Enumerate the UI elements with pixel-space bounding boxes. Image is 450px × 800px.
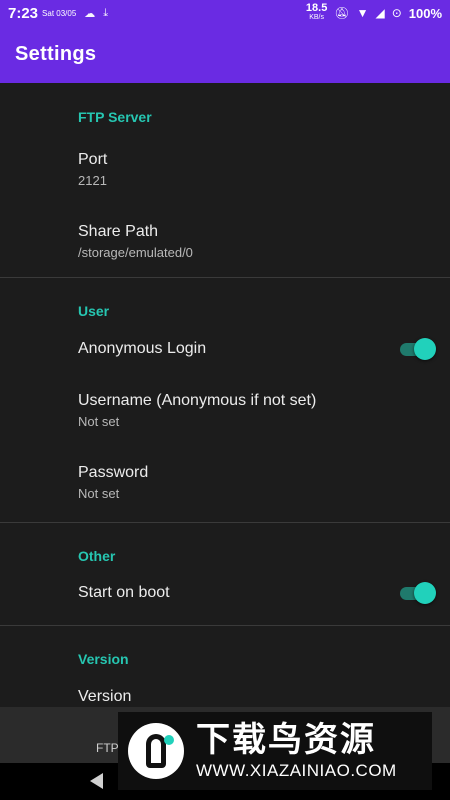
category-other: Other <box>78 548 116 564</box>
anonymous-login-switch[interactable] <box>400 338 436 360</box>
alarm-icon: ⊙ <box>391 6 402 20</box>
status-date: Sat 03/05 <box>42 8 77 18</box>
setting-password[interactable]: Password Not set <box>0 456 450 522</box>
setting-summary: 2121 <box>78 173 107 188</box>
setting-share-path[interactable]: Share Path /storage/emulated/0 <box>0 207 450 277</box>
download-icon: ⤓ <box>103 6 109 19</box>
signal-icon: ◢ <box>375 6 385 20</box>
page-title: Settings <box>15 43 97 65</box>
setting-anonymous-login[interactable]: Anonymous Login <box>0 328 450 384</box>
watermark: 下载鸟资源 WWW.XIAZAINIAO.COM <box>118 712 432 790</box>
app-bar: Settings <box>0 26 450 83</box>
setting-title: Anonymous Login <box>78 340 207 357</box>
back-icon[interactable] <box>90 773 103 789</box>
category-version: Version <box>78 651 129 667</box>
setting-summary: Not set <box>78 414 120 429</box>
setting-title: Version <box>78 688 132 705</box>
watermark-logo-shape <box>146 734 166 768</box>
setting-start-on-boot[interactable]: Start on boot <box>0 573 450 625</box>
network-speed: 18.5 KB/s <box>305 2 328 22</box>
setting-summary: Not set <box>78 486 120 501</box>
setting-title: Start on boot <box>78 584 170 601</box>
start-on-boot-switch[interactable] <box>400 582 436 604</box>
setting-summary: /storage/emulated/0 <box>78 245 193 260</box>
setting-port[interactable]: Port 2121 <box>0 135 450 207</box>
watermark-title: 下载鸟资源 <box>196 721 376 759</box>
watermark-logo-dot <box>164 735 174 745</box>
category-user: User <box>78 303 110 319</box>
status-icons: 18.5 KB/s 🔕︎ ▼ ◢ ⊙ 100% <box>305 2 442 22</box>
settings-list[interactable]: FTP Server Port 2121 Share Path /storage… <box>0 83 450 707</box>
mute-icon: 🔕︎ <box>334 6 350 20</box>
watermark-url: WWW.XIAZAINIAO.COM <box>196 761 397 780</box>
switch-thumb <box>414 582 436 604</box>
status-bar: 7:23 Sat 03/05 ☁ ⤓ 18.5 KB/s 🔕︎ ▼ ◢ ⊙ 10… <box>0 0 450 26</box>
switch-thumb <box>414 338 436 360</box>
setting-title: Password <box>78 464 149 481</box>
setting-title: Username (Anonymous if not set) <box>78 392 317 409</box>
category-ftp-server: FTP Server <box>78 109 152 125</box>
setting-username[interactable]: Username (Anonymous if not set) Not set <box>0 384 450 456</box>
wifi-icon: ▼ <box>356 6 369 20</box>
setting-version[interactable]: Version <box>0 684 450 707</box>
bottom-text: FTP <box>96 741 119 755</box>
setting-title: Share Path <box>78 223 159 240</box>
watermark-text: 下载鸟资源 WWW.XIAZAINIAO.COM <box>196 721 397 781</box>
cloud-icon: ☁ <box>84 7 96 20</box>
status-time: 7:23 <box>8 4 39 22</box>
network-speed-value: 18.5 <box>305 2 328 14</box>
network-speed-unit: KB/s <box>309 14 325 21</box>
battery-level: 100% <box>408 5 442 21</box>
setting-title: Port <box>78 151 108 168</box>
watermark-logo-icon <box>128 723 184 779</box>
